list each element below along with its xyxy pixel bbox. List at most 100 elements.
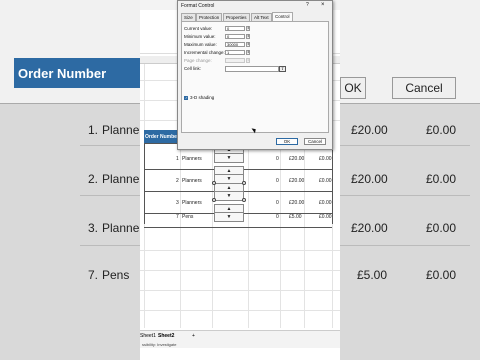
bg-total: £0.00 xyxy=(426,221,457,235)
spin-up-arrow-icon[interactable]: ▲ xyxy=(215,167,243,175)
spin-button[interactable]: ▲ ▼ xyxy=(214,166,244,184)
grid-line xyxy=(140,310,340,311)
spin-up-arrow-icon[interactable]: ▲ xyxy=(215,184,243,192)
resize-handle[interactable] xyxy=(242,181,246,185)
three-d-shading-label: 3-D shading xyxy=(190,95,215,100)
status-bar: ssibility: Investigate xyxy=(140,340,340,348)
help-icon[interactable]: ? xyxy=(306,2,309,8)
sheet-tabs-bar: Sheet1 Sheet2 + xyxy=(140,330,340,340)
bg-price: £5.00 xyxy=(357,268,388,282)
row-product: Pens xyxy=(182,214,194,220)
maximum-value-field[interactable]: 30000 xyxy=(225,42,245,47)
table-header: Order Numbe xyxy=(144,130,180,143)
background-ok-button: OK xyxy=(340,77,366,99)
bg-row-num: 1. xyxy=(88,123,99,137)
add-sheet-button[interactable]: + xyxy=(192,333,195,339)
bg-row-num: 2. xyxy=(88,172,99,186)
minimum-value-field[interactable]: 0 xyxy=(225,34,245,39)
table-border xyxy=(144,143,145,224)
sheet-tab-active[interactable]: Sheet2 xyxy=(158,333,174,339)
bg-price: £20.00 xyxy=(351,123,388,137)
video-frame: Order Number 1. Planne 2. Planne 3. Plan… xyxy=(0,0,480,360)
divider xyxy=(340,245,470,246)
sheet-tab[interactable]: Sheet1 xyxy=(140,333,156,339)
row-price: £20.00 xyxy=(289,156,305,162)
bg-total: £0.00 xyxy=(426,172,457,186)
row-total: £0.00 xyxy=(319,156,332,162)
ok-button[interactable]: OK xyxy=(276,138,298,145)
resize-handle[interactable] xyxy=(212,181,216,185)
divider xyxy=(80,145,140,146)
row-quantity: 0 xyxy=(276,156,279,162)
bg-row-product: Planne xyxy=(102,172,140,186)
tab-protection[interactable]: Protection xyxy=(196,13,223,21)
control-panel: Current value: 0 ⇕ Minimum value: 0 ⇕ Ma… xyxy=(181,21,329,133)
cancel-button[interactable]: Cancel xyxy=(304,138,326,145)
collapse-dialog-icon[interactable]: ⇧ xyxy=(279,66,286,72)
row-number: 2 xyxy=(176,178,179,184)
row-number: 1 xyxy=(176,156,179,162)
incremental-change-spinner[interactable]: ⇕ xyxy=(246,50,250,55)
row-number: 7 xyxy=(176,214,179,220)
dialog-title: Format Control xyxy=(181,3,215,9)
incremental-change-field[interactable]: 1 xyxy=(225,50,245,55)
row-quantity: 0 xyxy=(276,214,279,220)
spin-down-arrow-icon[interactable]: ▼ xyxy=(215,154,243,162)
grid-line xyxy=(140,270,340,271)
background-right: OK Cancel £20.00 £0.00 £20.00 £0.00 £20.… xyxy=(340,0,480,360)
cell-link-field[interactable] xyxy=(225,66,279,72)
maximum-value-spinner[interactable]: ⇕ xyxy=(246,42,250,47)
current-value-field[interactable]: 0 xyxy=(225,26,245,31)
row-price: £20.00 xyxy=(289,178,305,184)
resize-handle[interactable] xyxy=(242,198,246,202)
minimum-value-spinner[interactable]: ⇕ xyxy=(246,34,250,39)
row-quantity: 0 xyxy=(276,178,279,184)
row-product: Planners xyxy=(182,178,202,184)
bg-total: £0.00 xyxy=(426,268,457,282)
page-change-label: Page change: xyxy=(184,58,212,63)
row-price: £5.00 xyxy=(289,214,302,220)
divider xyxy=(340,145,470,146)
cell-link-label: Cell link: xyxy=(184,66,202,71)
resize-handle[interactable] xyxy=(212,198,216,202)
bg-row-num: 3. xyxy=(88,221,99,235)
minimum-value-label: Minimum value: xyxy=(184,34,216,39)
background-dialog xyxy=(0,0,140,104)
spin-button-selected[interactable]: ▲ ▼ xyxy=(214,183,244,201)
spin-down-arrow-icon[interactable]: ▼ xyxy=(215,213,243,221)
bg-price: £20.00 xyxy=(351,172,388,186)
incremental-change-label: Incremental change: xyxy=(184,50,225,55)
bg-total: £0.00 xyxy=(426,123,457,137)
bg-row-num: 7. xyxy=(88,268,99,282)
tab-size[interactable]: Size xyxy=(181,13,196,21)
row-total: £0.00 xyxy=(319,178,332,184)
three-d-shading-checkbox[interactable]: ✓ xyxy=(184,96,188,100)
tab-properties[interactable]: Properties xyxy=(223,13,250,21)
current-value-label: Current value: xyxy=(184,26,213,31)
bg-row-product: Planne xyxy=(102,221,140,235)
spin-down-arrow-icon[interactable]: ▼ xyxy=(215,175,243,183)
background-left: Order Number 1. Planne 2. Planne 3. Plan… xyxy=(0,0,140,360)
spin-button[interactable]: ▲ ▼ xyxy=(214,204,244,222)
bg-row-product: Planne xyxy=(102,123,140,137)
tab-control[interactable]: Control xyxy=(272,12,293,21)
spin-up-arrow-icon[interactable]: ▲ xyxy=(215,205,243,213)
current-value-spinner[interactable]: ⇕ xyxy=(246,26,250,31)
table-border xyxy=(332,143,333,224)
spin-down-arrow-icon[interactable]: ▼ xyxy=(215,192,243,200)
row-product: Planners xyxy=(182,156,202,162)
page-change-field xyxy=(225,58,245,63)
close-icon[interactable]: × xyxy=(321,2,325,8)
tab-alt-text[interactable]: Alt Text xyxy=(251,13,272,21)
page-change-spinner: ⇕ xyxy=(246,58,250,63)
background-cancel-button: Cancel xyxy=(392,77,456,99)
bg-row-product: Pens xyxy=(102,268,130,282)
background-header: Order Number xyxy=(14,58,140,88)
maximum-value-label: Maximum value: xyxy=(184,42,217,47)
divider xyxy=(80,195,140,196)
grid-line xyxy=(140,290,340,291)
bg-price: £20.00 xyxy=(351,221,388,235)
grid-line xyxy=(140,250,340,251)
row-total: £0.00 xyxy=(319,214,332,220)
divider xyxy=(340,195,470,196)
